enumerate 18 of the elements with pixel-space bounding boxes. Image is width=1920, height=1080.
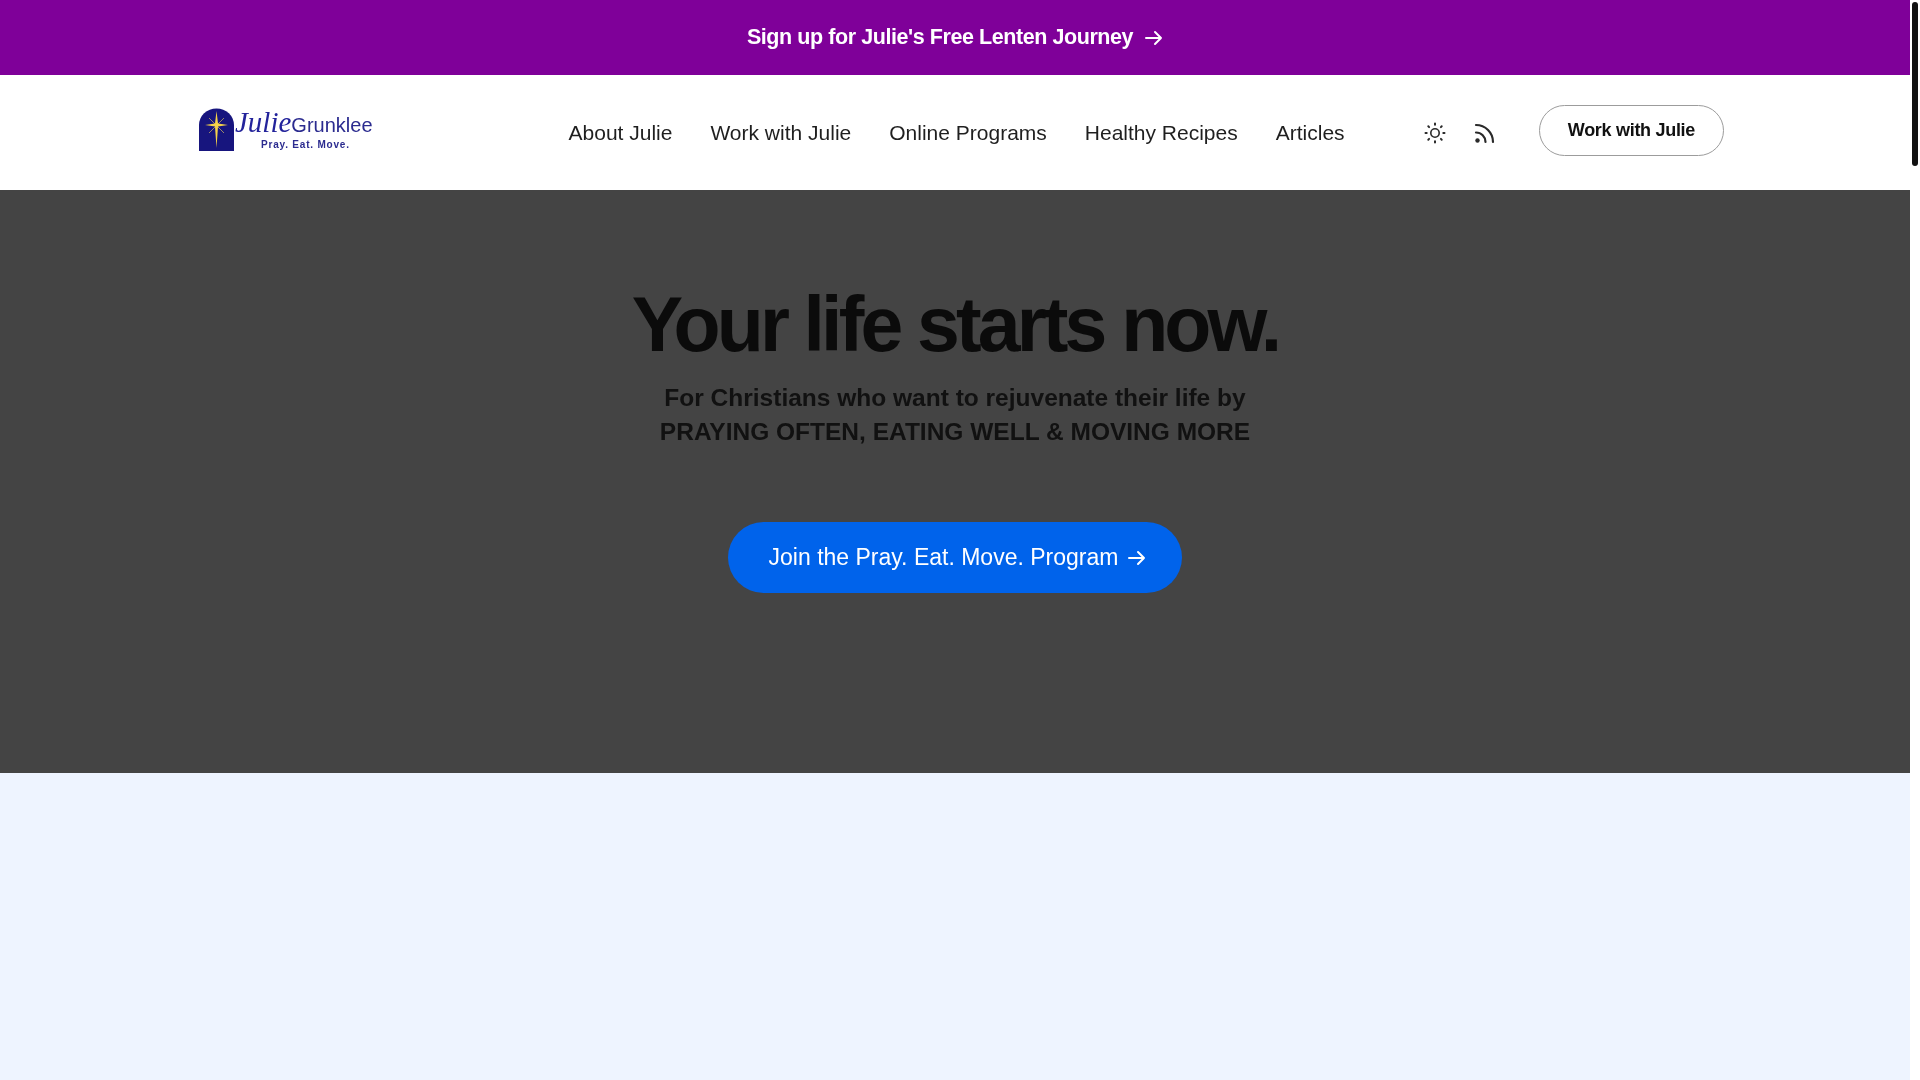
logo-script-name: Julie	[235, 108, 292, 136]
nav-link[interactable]: Work with Julie	[710, 120, 852, 145]
rss-icon[interactable]	[1473, 121, 1496, 144]
logo-name: Grunklee	[291, 114, 373, 138]
hero-heading: Your life starts now.	[631, 282, 1279, 367]
nav-link[interactable]: Healthy Recipes	[1084, 120, 1238, 145]
nav-link[interactable]: Articles	[1275, 120, 1345, 145]
sun-icon[interactable]	[1423, 121, 1446, 144]
star-emblem-icon	[199, 108, 234, 151]
logo-tagline: Pray. Eat. Move.	[261, 139, 351, 151]
announcement-link[interactable]: Sign up for Julie's Free Lenten Journey	[746, 25, 1164, 50]
nav-link[interactable]: About Julie	[568, 120, 673, 145]
nav-link[interactable]: Online Programs	[889, 120, 1047, 145]
scrollbar-thumb[interactable]	[1912, 2, 1918, 166]
work-with-button[interactable]: Work with Julie	[1538, 105, 1724, 156]
arrow-right-icon	[1128, 549, 1147, 566]
join-program-button[interactable]: Join the Pray. Eat. Move. Program	[727, 522, 1183, 593]
arrow-right-icon	[1145, 29, 1164, 46]
